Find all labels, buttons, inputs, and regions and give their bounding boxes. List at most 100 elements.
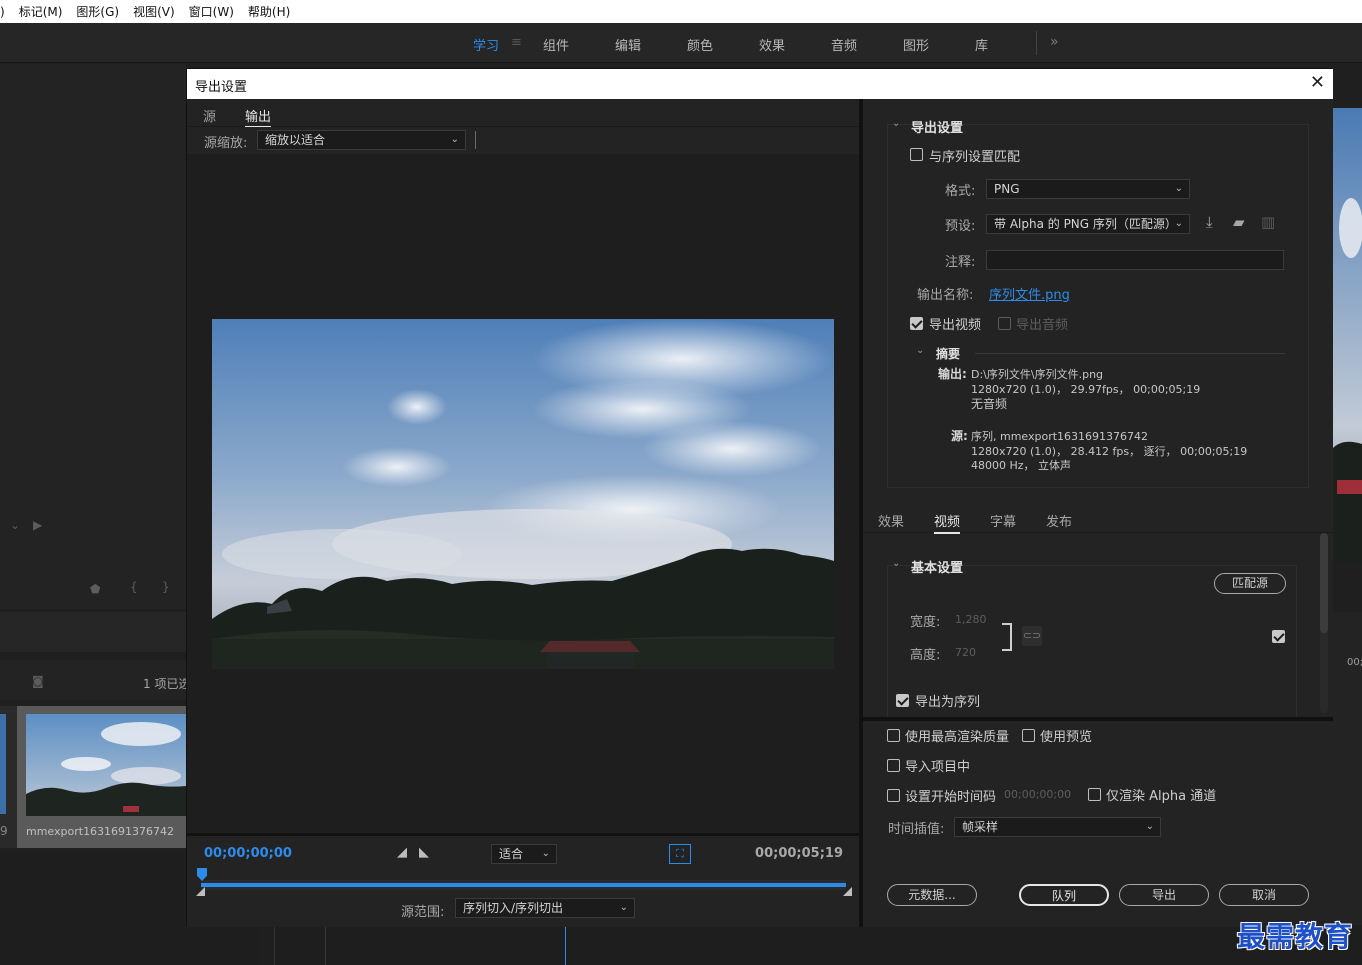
workspace-tab-editing[interactable]: 编辑 [615,35,641,54]
metadata-button[interactable]: 元数据... [887,884,977,906]
settings-scrollbar[interactable] [1320,533,1328,713]
menu-item-view[interactable]: 视图(V) [133,3,175,20]
tab-publish[interactable]: 发布 [1046,511,1072,530]
settings-scroll-thumb[interactable] [1320,533,1328,633]
render-alpha-only-label: 仅渲染 Alpha 通道 [1106,789,1217,804]
workspace-tab-libraries[interactable]: 库 [975,35,988,54]
program-preview-image [1333,108,1362,563]
time-interpolation-dropdown[interactable]: 帧采样 ⌄ [954,817,1161,837]
aspect-ratio-toggle-icon[interactable]: ⛶ [669,844,691,864]
preview-tabs: 源 输出 [187,99,859,128]
summary-source-line-3: 48000 Hz， 立体声 [971,459,1072,472]
format-label: 格式: [945,184,976,199]
export-as-sequence-checkbox[interactable] [896,694,909,707]
clip-thumbnail-partial[interactable] [0,714,6,814]
close-icon[interactable]: ✕ [1310,72,1325,93]
dialog-titlebar[interactable]: 导出设置 ✕ [187,69,1333,99]
preset-dropdown[interactable]: 带 Alpha 的 PNG 序列（匹配源） ⌄ [986,214,1190,234]
import-into-project-checkbox[interactable] [887,759,900,772]
tab-captions[interactable]: 字幕 [990,511,1016,530]
mark-out-icon[interactable]: } [162,580,170,594]
override-checkbox[interactable] [1272,630,1285,643]
tab-output[interactable]: 输出 [245,106,272,128]
chevron-down-icon: ⌄ [619,902,628,913]
chevron-down-icon[interactable]: ⌄ [892,118,900,129]
summary-source-label: 源: [951,429,968,443]
workspace-tab-graphics[interactable]: 图形 [903,35,929,54]
menu-item-graphics[interactable]: 图形(G) [76,3,119,20]
workspace-menu-icon[interactable]: ≡ [511,35,522,50]
mark-in-icon[interactable]: { [130,580,138,594]
source-range-label: 源范围: [401,905,445,920]
preview-frame-image [212,319,834,669]
height-value[interactable]: 720 [955,646,976,659]
comment-input[interactable] [986,250,1284,270]
format-value: PNG [994,182,1020,196]
play-small-icon[interactable]: ▶ [33,518,42,532]
import-preset-icon[interactable]: ▰ [1233,213,1245,231]
export-video-checkbox[interactable] [910,317,923,330]
video-preview [212,319,834,669]
tab-source[interactable]: 源 [203,106,216,125]
menu-item-marker[interactable]: 标记(M) [19,3,63,20]
in-point-handle[interactable] [196,887,205,896]
crop-divider [475,131,476,149]
workspace-tab-learn[interactable]: 学习 [473,35,499,54]
set-in-point-icon[interactable]: ◢ [397,845,407,860]
chevron-down-icon: ⌄ [1145,821,1154,832]
current-timecode[interactable]: 00;00;00;00 [204,846,292,861]
match-sequence-checkbox[interactable] [910,148,923,161]
use-previews-checkbox[interactable] [1022,729,1035,742]
summary-source-line-1: 序列, mmexport1631691376742 [971,430,1149,443]
max-render-quality-checkbox[interactable] [887,729,900,742]
camera-icon[interactable]: ◙ [32,674,44,688]
menu-bar: ) 标记(M) 图形(G) 视图(V) 窗口(W) 帮助(H) [0,0,1362,23]
program-monitor-panel [1332,64,1362,609]
duration-timecode: 00;00;05;19 [755,846,843,861]
scrub-bar[interactable] [201,883,846,887]
export-audio-checkbox[interactable] [998,317,1011,330]
width-value[interactable]: 1,280 [955,613,987,626]
clip-item[interactable]: mmexport1631691376742 [17,706,186,848]
set-start-timecode-checkbox[interactable] [887,789,900,802]
chevron-down-icon[interactable]: ⌄ [916,345,924,356]
menu-item-help[interactable]: 帮助(H) [248,3,290,20]
zoom-fit-dropdown[interactable]: 适合 ⌄ [491,844,557,864]
workspace-tab-audio[interactable]: 音频 [831,35,857,54]
render-alpha-only-checkbox[interactable] [1088,788,1101,801]
marker-icon[interactable]: ⬟ [90,582,100,596]
preset-value: 带 Alpha 的 PNG 序列（匹配源） [994,217,1177,231]
source-range-dropdown[interactable]: 序列切入/序列切出 ⌄ [455,898,635,918]
export-settings-title: 导出设置 [911,121,964,136]
import-into-project-label: 导入项目中 [905,760,971,775]
output-name-link[interactable]: 序列文件.png [989,284,1070,303]
chevron-down-icon: ⌄ [541,848,550,859]
save-preset-icon[interactable]: ⤓ [1206,213,1213,231]
tab-effects[interactable]: 效果 [878,511,904,530]
tab-video[interactable]: 视频 [934,511,961,534]
dropdown-chevron-icon[interactable]: ⌄ [10,518,20,532]
workspace-tab-assembly[interactable]: 组件 [543,35,569,54]
timeline-bottom [274,926,1362,965]
timeline-playhead-line[interactable] [565,926,566,965]
menu-item-cut[interactable]: ) [0,5,5,19]
out-point-handle[interactable] [843,887,852,896]
match-source-button[interactable]: 匹配源 [1214,573,1286,594]
timeline-divider [325,926,326,965]
menu-item-window[interactable]: 窗口(W) [189,3,234,20]
cancel-button[interactable]: 取消 [1219,884,1309,906]
basic-settings-title: 基本设置 [911,561,964,576]
set-out-point-icon[interactable]: ◣ [419,845,429,860]
export-button[interactable]: 导出 [1119,884,1209,906]
link-icon[interactable]: ⊂⊃ [1022,626,1042,646]
queue-button[interactable]: 队列 [1019,884,1109,906]
format-dropdown[interactable]: PNG ⌄ [986,179,1190,199]
source-scaling-dropdown[interactable]: 缩放以适合 ⌄ [257,130,466,150]
chevron-down-icon[interactable]: ⌄ [892,558,900,569]
workspace-tab-color[interactable]: 颜色 [687,35,713,54]
delete-preset-icon[interactable]: ▥ [1261,213,1275,231]
workspace-more-icon[interactable]: » [1050,34,1059,50]
start-timecode-value[interactable]: 00;00;00;00 [1004,788,1071,801]
watermark-logo: 最需教育 [1237,920,1354,953]
workspace-tab-effects[interactable]: 效果 [759,35,785,54]
